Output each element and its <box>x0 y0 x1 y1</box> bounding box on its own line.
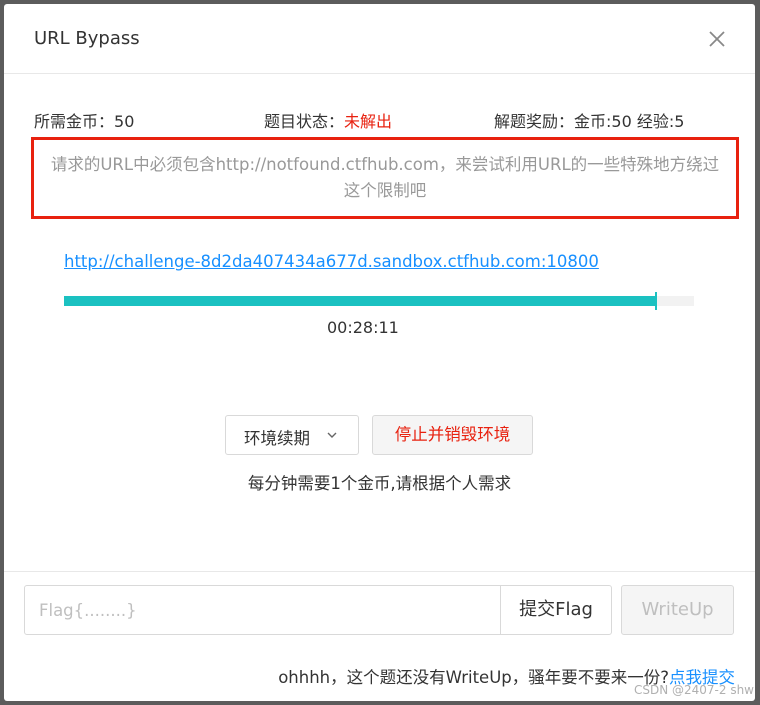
environment-url-link[interactable]: http://challenge-8d2da407434a677d.sandbo… <box>64 252 599 271</box>
renew-label: 环境续期 <box>244 429 310 448</box>
progress-marker <box>655 292 658 310</box>
flag-input[interactable] <box>24 585 501 635</box>
dialog-title: URL Bypass <box>34 28 140 49</box>
reward-label: 解题奖励： <box>494 112 575 131</box>
description-line-1: 请求的URL中必须包含http://notfound.ctfhub.com，来尝… <box>50 155 720 174</box>
remaining-timer: 00:28:11 <box>327 318 399 337</box>
renew-environment-dropdown[interactable]: 环境续期 <box>225 415 359 455</box>
writeup-button: WriteUp <box>621 585 734 635</box>
status-label: 题目状态： <box>264 112 345 131</box>
challenge-description: 请求的URL中必须包含http://notfound.ctfhub.com，来尝… <box>34 152 736 204</box>
dialog-header: URL Bypass <box>4 4 755 74</box>
progress-fill <box>64 296 657 306</box>
chevron-down-icon <box>327 432 337 438</box>
coins-value: 50 <box>114 112 135 131</box>
solve-reward: 解题奖励：金币:50 经验:5 <box>494 108 684 132</box>
cost-note: 每分钟需要1个金币,请根据个人需求 <box>247 474 512 493</box>
challenge-dialog: URL Bypass 所需金币：50 题目状态：未解出 解题奖励：金币:50 经… <box>4 4 755 701</box>
coins-required: 所需金币：50 <box>34 108 134 132</box>
challenge-description-box: 请求的URL中必须包含http://notfound.ctfhub.com，来尝… <box>31 137 739 219</box>
footer-divider <box>4 571 755 572</box>
reward-value: 金币:50 经验:5 <box>574 112 685 131</box>
submit-flag-button[interactable]: 提交Flag <box>500 585 612 635</box>
stop-destroy-environment-button[interactable]: 停止并销毁环境 <box>372 415 533 455</box>
close-icon[interactable] <box>706 28 728 50</box>
description-line-2: 这个限制吧 <box>343 181 427 200</box>
writeup-prompt-text: ohhhh，这个题还没有WriteUp，骚年要不要来一份? <box>278 668 669 687</box>
time-progress-bar <box>64 292 694 310</box>
coins-label: 所需金币： <box>34 112 115 131</box>
status-value: 未解出 <box>344 112 393 131</box>
csdn-watermark: CSDN @2407-2 shw <box>633 683 754 697</box>
challenge-status: 题目状态：未解出 <box>264 108 392 132</box>
